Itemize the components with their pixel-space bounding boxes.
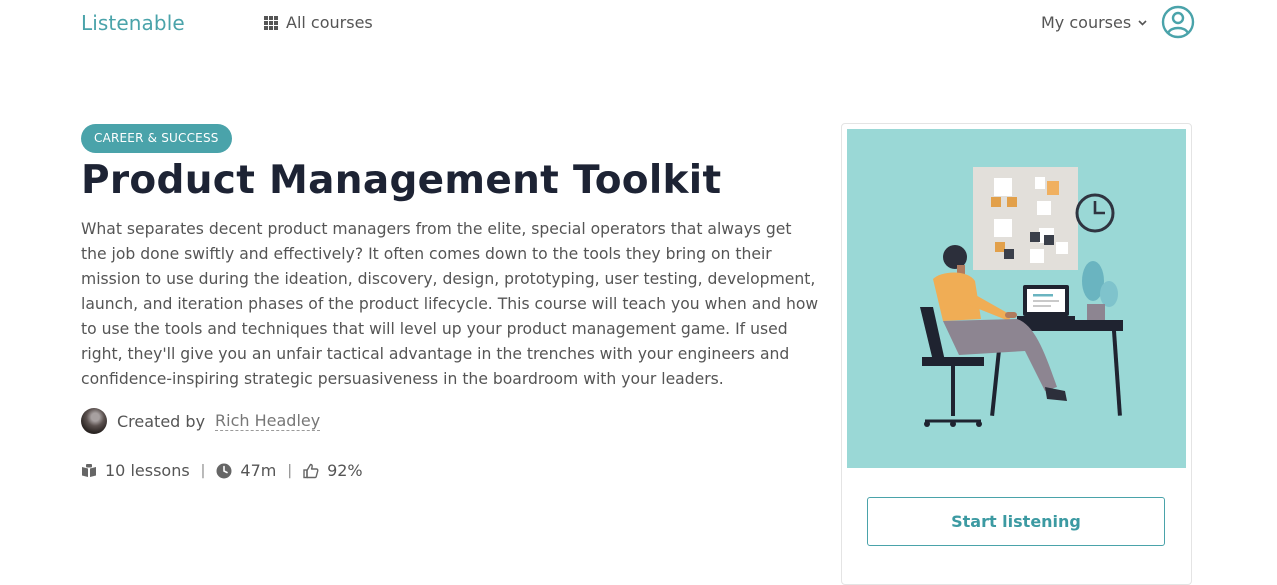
logo-link[interactable]: Listenable (81, 11, 185, 35)
course-title: Product Management Toolkit (81, 158, 722, 203)
stat-separator: | (200, 462, 206, 479)
clock-icon (216, 463, 232, 478)
author-avatar (81, 408, 107, 434)
start-listening-button[interactable]: Start listening (867, 497, 1165, 546)
course-card: Start listening (841, 123, 1192, 585)
category-badge[interactable]: CAREER & SUCCESS (81, 124, 232, 153)
my-courses-dropdown[interactable]: My courses (1041, 13, 1147, 32)
office-desk-illustration (920, 167, 1123, 427)
rating: 92% (327, 461, 363, 480)
lessons-count: 10 lessons (105, 461, 190, 480)
course-illustration (847, 129, 1186, 468)
stat-separator: | (287, 462, 293, 479)
duration: 47m (240, 461, 277, 480)
my-courses-label: My courses (1041, 13, 1132, 32)
author-link[interactable]: Rich Headley (215, 411, 321, 431)
creator-row: Created by Rich Headley (81, 408, 321, 434)
user-circle-icon[interactable] (1161, 5, 1195, 39)
created-by-label: Created by (117, 411, 206, 431)
all-courses-label: All courses (286, 13, 373, 32)
course-description: What separates decent product managers f… (81, 220, 819, 388)
book-icon (82, 463, 96, 477)
thumbs-up-icon (303, 463, 319, 478)
course-stats: 10 lessons | 47m | 92% (81, 461, 363, 480)
chevron-down-icon (1138, 19, 1147, 26)
all-courses-link[interactable]: All courses (264, 13, 373, 32)
grid-icon (264, 15, 278, 30)
